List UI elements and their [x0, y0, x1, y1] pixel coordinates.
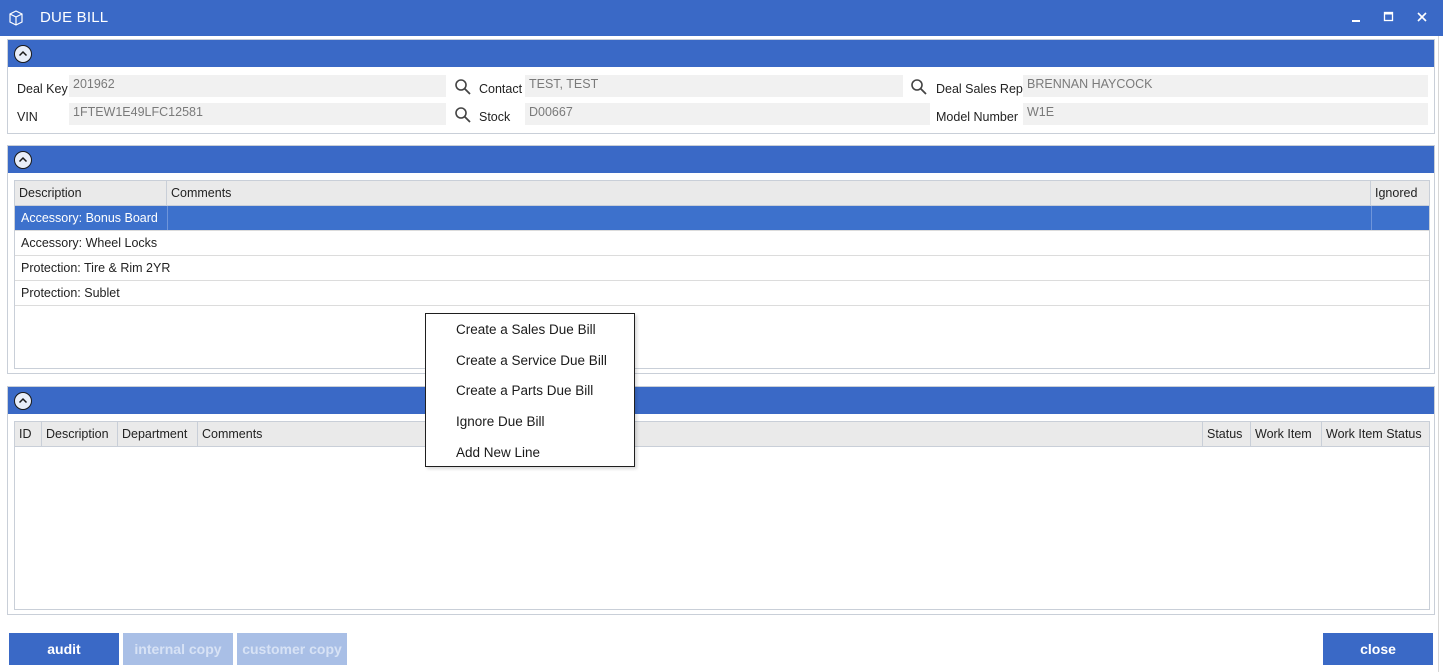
menu-item-create-sales-due-bill[interactable]: Create a Sales Due Bill	[456, 322, 596, 346]
column-header-id[interactable]: ID	[15, 422, 42, 447]
vin-label: VIN	[17, 110, 38, 124]
stock-label: Stock	[479, 110, 511, 124]
window-title: DUE BILL	[40, 9, 109, 26]
deal-sales-rep-field[interactable]: BRENNAN HAYCOCK	[1023, 75, 1428, 97]
chevron-up-icon	[18, 397, 28, 404]
table-row[interactable]: Accessory: Wheel Locks	[15, 231, 1429, 256]
table-row[interactable]: Accessory: Bonus Board	[15, 206, 1429, 231]
column-header-work-item-status[interactable]: Work Item Status	[1322, 422, 1429, 447]
menu-item-ignore-due-bill[interactable]: Ignore Due Bill	[456, 414, 545, 438]
cube-icon	[7, 9, 25, 27]
close-window-button[interactable]	[1409, 6, 1435, 30]
row-description: Protection: Sublet	[21, 286, 120, 300]
menu-item-create-parts-due-bill[interactable]: Create a Parts Due Bill	[456, 383, 593, 407]
chevron-up-icon	[18, 50, 28, 57]
model-number-label: Model Number	[936, 110, 1018, 124]
collapse-button[interactable]	[14, 45, 32, 63]
grid-header: ID Description Department Comments Statu…	[15, 422, 1429, 447]
chevron-up-icon	[18, 156, 28, 163]
column-header-department[interactable]: Department	[118, 422, 198, 447]
menu-item-add-new-line[interactable]: Add New Line	[456, 445, 540, 469]
row-description: Protection: Tire & Rim 2YR	[21, 261, 171, 275]
maximize-button[interactable]	[1376, 6, 1402, 30]
panel-header	[8, 387, 1434, 414]
search-icon[interactable]	[910, 78, 928, 96]
deal-info-panel: Deal Key 201962 Contact TEST, TEST Deal …	[7, 39, 1435, 134]
minimize-button[interactable]	[1343, 6, 1369, 30]
column-header-work-item[interactable]: Work Item	[1251, 422, 1322, 447]
table-row[interactable]: Protection: Tire & Rim 2YR	[15, 256, 1429, 281]
audit-button[interactable]: audit	[9, 633, 119, 665]
column-header-ignored[interactable]: Ignored	[1371, 181, 1429, 206]
products-panel: Description Comments Ignored Accessory: …	[7, 145, 1435, 374]
model-number-field[interactable]: W1E	[1023, 103, 1428, 125]
title-bar: DUE BILL	[0, 0, 1443, 36]
stock-field[interactable]: D00667	[525, 103, 930, 125]
column-header-description[interactable]: Description	[15, 181, 167, 206]
row-description: Accessory: Wheel Locks	[21, 236, 158, 250]
collapse-button[interactable]	[14, 151, 32, 169]
row-description: Accessory: Bonus Board	[21, 211, 158, 225]
internal-copy-button[interactable]: internal copy	[123, 633, 233, 665]
deal-key-field[interactable]: 201962	[69, 75, 446, 97]
column-header-status[interactable]: Status	[1203, 422, 1251, 447]
due-bill-panel: ID Description Department Comments Statu…	[7, 386, 1435, 615]
products-grid: Description Comments Ignored Accessory: …	[14, 180, 1430, 369]
deal-key-label: Deal Key	[17, 82, 68, 96]
customer-copy-button[interactable]: customer copy	[237, 633, 347, 665]
due-bill-grid: ID Description Department Comments Statu…	[14, 421, 1430, 610]
maximize-icon	[1383, 11, 1395, 26]
deal-sales-rep-label: Deal Sales Rep	[936, 82, 1023, 96]
menu-item-create-service-due-bill[interactable]: Create a Service Due Bill	[456, 353, 607, 377]
vin-field[interactable]: 1FTEW1E49LFC12581	[69, 103, 446, 125]
contact-field[interactable]: TEST, TEST	[525, 75, 903, 97]
column-header-comments[interactable]: Comments	[198, 422, 1203, 447]
collapse-button[interactable]	[14, 392, 32, 410]
grid-header: Description Comments Ignored	[15, 181, 1429, 206]
close-button[interactable]: close	[1323, 633, 1433, 665]
window-border	[1438, 36, 1443, 672]
column-header-comments[interactable]: Comments	[167, 181, 1371, 206]
table-row[interactable]: Protection: Sublet	[15, 281, 1429, 306]
contact-label: Contact	[479, 82, 523, 96]
panel-header	[8, 40, 1434, 67]
close-icon	[1416, 12, 1428, 26]
minimize-icon	[1350, 14, 1362, 28]
panel-header	[8, 146, 1434, 173]
search-icon[interactable]	[454, 106, 472, 124]
search-icon[interactable]	[454, 78, 472, 96]
context-menu: Create a Sales Due Bill Create a Service…	[425, 313, 635, 467]
column-header-description[interactable]: Description	[42, 422, 118, 447]
